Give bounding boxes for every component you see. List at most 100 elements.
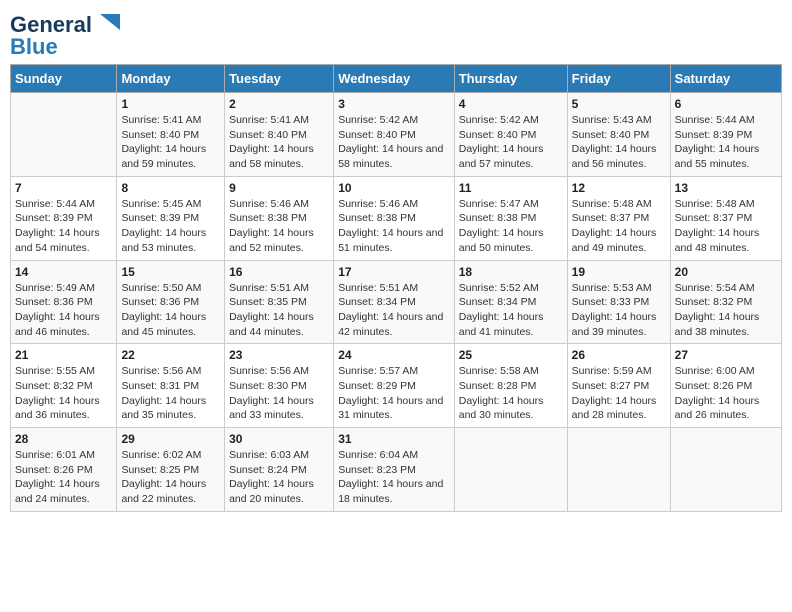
calendar-cell: 25 Sunrise: 5:58 AMSunset: 8:28 PMDayligh…	[454, 344, 567, 428]
day-number: 25	[459, 348, 563, 362]
calendar-week-row: 21 Sunrise: 5:55 AMSunset: 8:32 PMDayligh…	[11, 344, 782, 428]
calendar-table: SundayMondayTuesdayWednesdayThursdayFrid…	[10, 64, 782, 512]
calendar-week-row: 7Sunrise: 5:44 AMSunset: 8:39 PMDaylight…	[11, 176, 782, 260]
day-detail: Sunrise: 5:45 AMSunset: 8:39 PMDaylight:…	[121, 197, 220, 256]
weekday-header-tuesday: Tuesday	[225, 65, 334, 93]
day-number: 26	[572, 348, 666, 362]
calendar-cell	[567, 428, 670, 512]
calendar-cell: 18 Sunrise: 5:52 AMSunset: 8:34 PMDayligh…	[454, 260, 567, 344]
day-number: 31	[338, 432, 450, 446]
day-number: 21	[15, 348, 112, 362]
day-number: 30	[229, 432, 329, 446]
day-detail: Sunrise: 5:54 AMSunset: 8:32 PMDaylight:…	[675, 281, 777, 340]
calendar-cell: 7Sunrise: 5:44 AMSunset: 8:39 PMDaylight…	[11, 176, 117, 260]
day-detail: Sunrise: 5:42 AMSunset: 8:40 PMDaylight:…	[459, 113, 563, 172]
day-detail: Sunrise: 5:56 AMSunset: 8:30 PMDaylight:…	[229, 364, 329, 423]
day-detail: Sunrise: 5:52 AMSunset: 8:34 PMDaylight:…	[459, 281, 563, 340]
weekday-header-wednesday: Wednesday	[334, 65, 455, 93]
day-detail: Sunrise: 5:46 AMSunset: 8:38 PMDaylight:…	[229, 197, 329, 256]
day-number: 1	[121, 97, 220, 111]
calendar-week-row: 28Sunrise: 6:01 AMSunset: 8:26 PMDayligh…	[11, 428, 782, 512]
calendar-cell: 11Sunrise: 5:47 AMSunset: 8:38 PMDayligh…	[454, 176, 567, 260]
calendar-cell: 14Sunrise: 5:49 AMSunset: 8:36 PMDayligh…	[11, 260, 117, 344]
day-number: 19	[572, 265, 666, 279]
day-detail: Sunrise: 5:51 AMSunset: 8:35 PMDaylight:…	[229, 281, 329, 340]
day-number: 9	[229, 181, 329, 195]
day-number: 3	[338, 97, 450, 111]
calendar-cell: 26 Sunrise: 5:59 AMSunset: 8:27 PMDayligh…	[567, 344, 670, 428]
calendar-cell: 9 Sunrise: 5:46 AMSunset: 8:38 PMDaylight…	[225, 176, 334, 260]
calendar-cell	[670, 428, 781, 512]
day-detail: Sunrise: 5:44 AMSunset: 8:39 PMDaylight:…	[675, 113, 777, 172]
weekday-header-row: SundayMondayTuesdayWednesdayThursdayFrid…	[11, 65, 782, 93]
day-number: 7	[15, 181, 112, 195]
weekday-header-thursday: Thursday	[454, 65, 567, 93]
day-detail: Sunrise: 5:57 AMSunset: 8:29 PMDaylight:…	[338, 364, 450, 423]
calendar-cell: 28Sunrise: 6:01 AMSunset: 8:26 PMDayligh…	[11, 428, 117, 512]
logo-text-general: General	[10, 14, 92, 36]
day-detail: Sunrise: 6:02 AMSunset: 8:25 PMDaylight:…	[121, 448, 220, 507]
logo: General Blue	[10, 10, 122, 58]
calendar-cell: 5 Sunrise: 5:43 AMSunset: 8:40 PMDaylight…	[567, 93, 670, 177]
calendar-week-row: 14Sunrise: 5:49 AMSunset: 8:36 PMDayligh…	[11, 260, 782, 344]
day-detail: Sunrise: 5:50 AMSunset: 8:36 PMDaylight:…	[121, 281, 220, 340]
day-number: 15	[121, 265, 220, 279]
calendar-cell: 22 Sunrise: 5:56 AMSunset: 8:31 PMDayligh…	[117, 344, 225, 428]
calendar-cell: 20 Sunrise: 5:54 AMSunset: 8:32 PMDayligh…	[670, 260, 781, 344]
calendar-cell: 8 Sunrise: 5:45 AMSunset: 8:39 PMDaylight…	[117, 176, 225, 260]
calendar-cell: 12 Sunrise: 5:48 AMSunset: 8:37 PMDayligh…	[567, 176, 670, 260]
day-detail: Sunrise: 6:04 AMSunset: 8:23 PMDaylight:…	[338, 448, 450, 507]
calendar-cell: 21 Sunrise: 5:55 AMSunset: 8:32 PMDayligh…	[11, 344, 117, 428]
day-detail: Sunrise: 5:48 AMSunset: 8:37 PMDaylight:…	[675, 197, 777, 256]
day-detail: Sunrise: 6:03 AMSunset: 8:24 PMDaylight:…	[229, 448, 329, 507]
day-number: 20	[675, 265, 777, 279]
day-number: 18	[459, 265, 563, 279]
calendar-cell: 23 Sunrise: 5:56 AMSunset: 8:30 PMDayligh…	[225, 344, 334, 428]
day-number: 22	[121, 348, 220, 362]
calendar-cell: 10 Sunrise: 5:46 AMSunset: 8:38 PMDayligh…	[334, 176, 455, 260]
day-number: 27	[675, 348, 777, 362]
day-detail: Sunrise: 5:41 AMSunset: 8:40 PMDaylight:…	[229, 113, 329, 172]
day-detail: Sunrise: 5:53 AMSunset: 8:33 PMDaylight:…	[572, 281, 666, 340]
weekday-header-monday: Monday	[117, 65, 225, 93]
day-detail: Sunrise: 5:59 AMSunset: 8:27 PMDaylight:…	[572, 364, 666, 423]
day-number: 8	[121, 181, 220, 195]
calendar-cell: 3 Sunrise: 5:42 AMSunset: 8:40 PMDaylight…	[334, 93, 455, 177]
day-detail: Sunrise: 5:42 AMSunset: 8:40 PMDaylight:…	[338, 113, 450, 172]
day-number: 17	[338, 265, 450, 279]
calendar-cell: 27 Sunrise: 6:00 AMSunset: 8:26 PMDayligh…	[670, 344, 781, 428]
calendar-week-row: 1 Sunrise: 5:41 AMSunset: 8:40 PMDaylight…	[11, 93, 782, 177]
day-number: 10	[338, 181, 450, 195]
calendar-cell: 24 Sunrise: 5:57 AMSunset: 8:29 PMDayligh…	[334, 344, 455, 428]
day-number: 23	[229, 348, 329, 362]
day-number: 24	[338, 348, 450, 362]
calendar-cell	[454, 428, 567, 512]
weekday-header-friday: Friday	[567, 65, 670, 93]
calendar-cell: 19 Sunrise: 5:53 AMSunset: 8:33 PMDayligh…	[567, 260, 670, 344]
day-number: 14	[15, 265, 112, 279]
calendar-cell: 16 Sunrise: 5:51 AMSunset: 8:35 PMDayligh…	[225, 260, 334, 344]
day-number: 13	[675, 181, 777, 195]
calendar-cell: 13 Sunrise: 5:48 AMSunset: 8:37 PMDayligh…	[670, 176, 781, 260]
calendar-cell: 4Sunrise: 5:42 AMSunset: 8:40 PMDaylight…	[454, 93, 567, 177]
day-detail: Sunrise: 5:58 AMSunset: 8:28 PMDaylight:…	[459, 364, 563, 423]
calendar-cell: 17 Sunrise: 5:51 AMSunset: 8:34 PMDayligh…	[334, 260, 455, 344]
day-number: 16	[229, 265, 329, 279]
day-detail: Sunrise: 6:00 AMSunset: 8:26 PMDaylight:…	[675, 364, 777, 423]
day-number: 2	[229, 97, 329, 111]
day-detail: Sunrise: 5:55 AMSunset: 8:32 PMDaylight:…	[15, 364, 112, 423]
day-detail: Sunrise: 5:48 AMSunset: 8:37 PMDaylight:…	[572, 197, 666, 256]
day-detail: Sunrise: 5:51 AMSunset: 8:34 PMDaylight:…	[338, 281, 450, 340]
day-number: 5	[572, 97, 666, 111]
calendar-cell	[11, 93, 117, 177]
calendar-cell: 29Sunrise: 6:02 AMSunset: 8:25 PMDayligh…	[117, 428, 225, 512]
logo-arrow-icon	[92, 10, 122, 40]
calendar-cell: 1Sunrise: 5:41 AMSunset: 8:40 PMDaylight…	[117, 93, 225, 177]
day-detail: Sunrise: 5:56 AMSunset: 8:31 PMDaylight:…	[121, 364, 220, 423]
weekday-header-saturday: Saturday	[670, 65, 781, 93]
weekday-header-sunday: Sunday	[11, 65, 117, 93]
calendar-cell: 15 Sunrise: 5:50 AMSunset: 8:36 PMDayligh…	[117, 260, 225, 344]
day-detail: Sunrise: 5:46 AMSunset: 8:38 PMDaylight:…	[338, 197, 450, 256]
day-detail: Sunrise: 5:43 AMSunset: 8:40 PMDaylight:…	[572, 113, 666, 172]
day-number: 12	[572, 181, 666, 195]
